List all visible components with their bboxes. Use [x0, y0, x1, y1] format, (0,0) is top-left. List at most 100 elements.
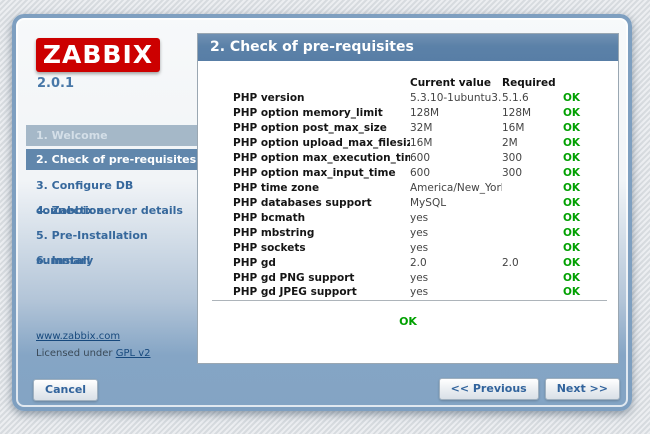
param-status: OK: [563, 105, 607, 120]
param-required: 300: [502, 165, 563, 180]
param-current-value: 32M: [410, 120, 502, 135]
gpl-license-link[interactable]: GPL v2: [116, 348, 151, 359]
param-name: PHP gd PNG support: [212, 270, 410, 285]
sidebar-step: 1. Welcome: [26, 125, 197, 146]
sidebar-footer-links: www.zabbix.com Licensed under GPL v2: [36, 328, 151, 362]
sidebar-step: 6. Install: [26, 248, 197, 273]
param-name: PHP mbstring: [212, 225, 410, 240]
main-panel: 2. Check of pre-requisites Current value…: [197, 33, 619, 364]
license-text: Licensed under: [36, 348, 116, 359]
step-label: 1. Welcome: [36, 129, 108, 142]
cancel-button[interactable]: Cancel: [33, 379, 98, 401]
param-required: [502, 225, 563, 240]
param-current-value: 600: [410, 165, 502, 180]
param-current-value: yes: [410, 285, 502, 300]
param-name: PHP sockets: [212, 240, 410, 255]
param-status: OK: [563, 225, 607, 240]
param-required: 16M: [502, 120, 563, 135]
table-row: PHP mbstring yes OK: [212, 225, 607, 240]
table-row: PHP gd PNG support yes OK: [212, 270, 607, 285]
param-status: OK: [563, 135, 607, 150]
param-required: 128M: [502, 105, 563, 120]
param-required: [502, 240, 563, 255]
param-name: PHP bcmath: [212, 210, 410, 225]
table-row: PHP gd JPEG support yes OK: [212, 285, 607, 300]
zabbix-site-link[interactable]: www.zabbix.com: [36, 331, 120, 342]
param-required: [502, 210, 563, 225]
param-name: PHP gd: [212, 255, 410, 270]
prerequisites-table: Current value Required PHP version 5.3.1…: [212, 75, 607, 301]
param-current-value: 2.0: [410, 255, 502, 270]
previous-button[interactable]: << Previous: [439, 378, 539, 400]
param-required: [502, 180, 563, 195]
param-status: OK: [563, 240, 607, 255]
sidebar-step: 4. Zabbix server details: [26, 198, 197, 223]
step-label: 4. Zabbix server details: [36, 204, 183, 217]
param-status: OK: [563, 180, 607, 195]
table-row: PHP option upload_max_filesize 16M 2M OK: [212, 135, 607, 150]
param-name: PHP option max_input_time: [212, 165, 410, 180]
step-label: 6. Install: [36, 254, 90, 267]
param-current-value: yes: [410, 225, 502, 240]
column-status: [563, 75, 607, 90]
param-current-value: 16M: [410, 135, 502, 150]
table-row: PHP sockets yes OK: [212, 240, 607, 255]
param-current-value: yes: [410, 210, 502, 225]
version-label: 2.0.1: [37, 76, 74, 91]
column-current-value: Current value: [410, 75, 502, 90]
table-row: PHP databases support MySQL OK: [212, 195, 607, 210]
param-required: [502, 285, 563, 300]
table-row: PHP gd 2.0 2.0 OK: [212, 255, 607, 270]
param-status: OK: [563, 195, 607, 210]
param-status: OK: [563, 255, 607, 270]
param-required: 2.0: [502, 255, 563, 270]
step-label: 2. Check of pre-requisites: [36, 153, 196, 166]
param-current-value: MySQL: [410, 195, 502, 210]
param-name: PHP option upload_max_filesize: [212, 135, 410, 150]
sidebar-step: 2. Check of pre-requisites: [26, 149, 197, 170]
wizard-frame: ZABBIX 2.0.1 1. Welcome 2. Check of pre-…: [12, 14, 632, 411]
param-required: 5.1.6: [502, 90, 563, 105]
overall-status: OK: [198, 315, 618, 328]
param-status: OK: [563, 210, 607, 225]
table-header-row: Current value Required: [212, 75, 607, 90]
param-current-value: yes: [410, 270, 502, 285]
param-required: [502, 270, 563, 285]
param-current-value: yes: [410, 240, 502, 255]
param-name: PHP time zone: [212, 180, 410, 195]
param-name: PHP option max_execution_time: [212, 150, 410, 165]
page-title: 2. Check of pre-requisites: [198, 34, 618, 61]
param-required: 300: [502, 150, 563, 165]
wizard-steps: 1. Welcome 2. Check of pre-requisites 3.…: [26, 125, 197, 273]
table-row: PHP option memory_limit 128M 128M OK: [212, 105, 607, 120]
sidebar-step: 5. Pre-Installation summary: [26, 223, 197, 248]
column-parameter: [212, 75, 410, 90]
prereq-table-body: PHP version 5.3.10-1ubuntu3.2 5.1.6 OK P…: [212, 90, 607, 300]
param-name: PHP databases support: [212, 195, 410, 210]
param-current-value: 5.3.10-1ubuntu3.2: [410, 90, 502, 105]
table-row: PHP bcmath yes OK: [212, 210, 607, 225]
param-required: 2M: [502, 135, 563, 150]
param-name: PHP option memory_limit: [212, 105, 410, 120]
column-required: Required: [502, 75, 563, 90]
param-status: OK: [563, 90, 607, 105]
param-status: OK: [563, 270, 607, 285]
param-current-value: 600: [410, 150, 502, 165]
table-row: PHP option post_max_size 32M 16M OK: [212, 120, 607, 135]
param-status: OK: [563, 285, 607, 300]
param-name: PHP gd JPEG support: [212, 285, 410, 300]
param-current-value: America/New_York: [410, 180, 502, 195]
param-status: OK: [563, 120, 607, 135]
next-button[interactable]: Next >>: [545, 378, 620, 400]
param-current-value: 128M: [410, 105, 502, 120]
table-row: PHP option max_execution_time 600 300 OK: [212, 150, 607, 165]
table-row: PHP time zone America/New_York OK: [212, 180, 607, 195]
param-name: PHP option post_max_size: [212, 120, 410, 135]
param-status: OK: [563, 150, 607, 165]
table-row: PHP option max_input_time 600 300 OK: [212, 165, 607, 180]
param-name: PHP version: [212, 90, 410, 105]
zabbix-logo: ZABBIX: [36, 38, 160, 72]
table-row: PHP version 5.3.10-1ubuntu3.2 5.1.6 OK: [212, 90, 607, 105]
param-required: [502, 195, 563, 210]
sidebar-step: 3. Configure DB connection: [26, 173, 197, 198]
